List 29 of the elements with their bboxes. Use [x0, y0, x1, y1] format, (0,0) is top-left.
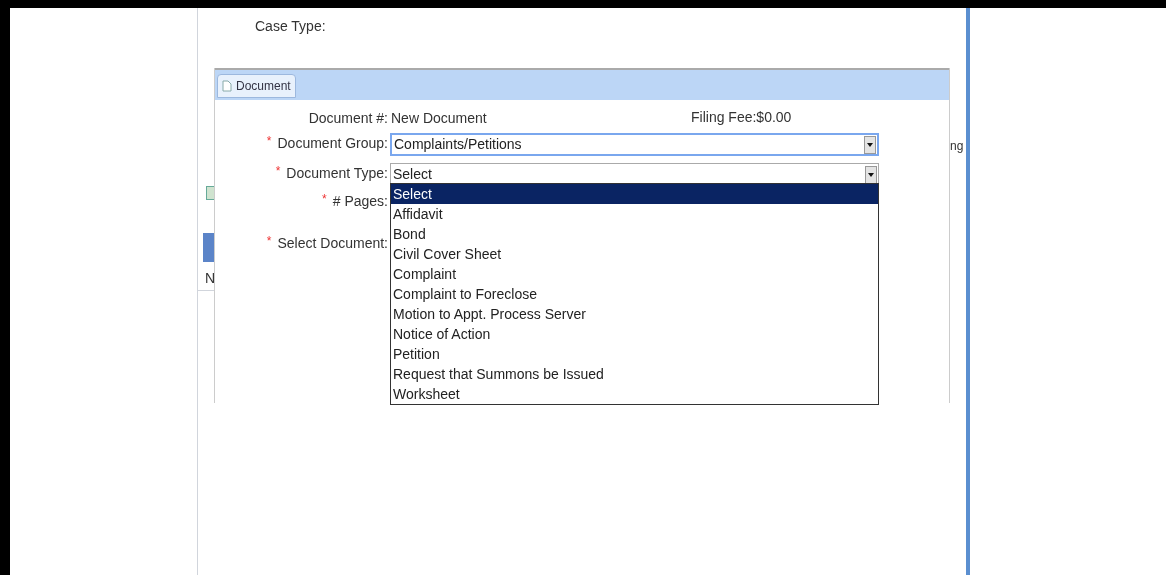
case-type-label: Case Type: — [255, 17, 326, 36]
required-asterisk: * — [275, 163, 281, 180]
dropdown-option[interactable]: Affidavit — [391, 204, 878, 224]
dropdown-option[interactable]: Notice of Action — [391, 324, 878, 344]
filing-fee: Filing Fee:$0.00 — [691, 108, 792, 127]
dropdown-option[interactable]: Complaint to Foreclose — [391, 284, 878, 304]
dropdown-option[interactable]: Civil Cover Sheet — [391, 244, 878, 264]
cut-text: ng — [950, 138, 964, 155]
dropdown-option[interactable]: Motion to Appt. Process Server — [391, 304, 878, 324]
dropdown-option[interactable]: Complaint — [391, 264, 878, 284]
dropdown-option[interactable]: Request that Summons be Issued — [391, 364, 878, 384]
dropdown-option[interactable]: Worksheet — [391, 384, 878, 404]
required-asterisk: * — [266, 133, 272, 150]
page-icon — [222, 80, 232, 92]
field-label: Document #: — [308, 108, 388, 128]
document-tab[interactable]: Document — [217, 74, 296, 98]
field-label: # Pages: — [332, 191, 388, 211]
dropdown-option[interactable]: Petition — [391, 344, 878, 364]
cut-text: N — [205, 269, 216, 288]
field-value: New Document — [391, 108, 487, 128]
field-label: Document Group: — [277, 133, 388, 153]
field-label: Select Document: — [277, 233, 388, 253]
dropdown-option[interactable]: Select — [391, 184, 878, 204]
select-field[interactable]: Complaints/Petitions — [390, 133, 879, 156]
field-label: Document Type: — [286, 163, 388, 183]
required-asterisk: * — [266, 233, 272, 250]
dropdown-option[interactable]: Bond — [391, 224, 878, 244]
header-bar — [203, 233, 215, 262]
required-asterisk: * — [322, 191, 327, 208]
